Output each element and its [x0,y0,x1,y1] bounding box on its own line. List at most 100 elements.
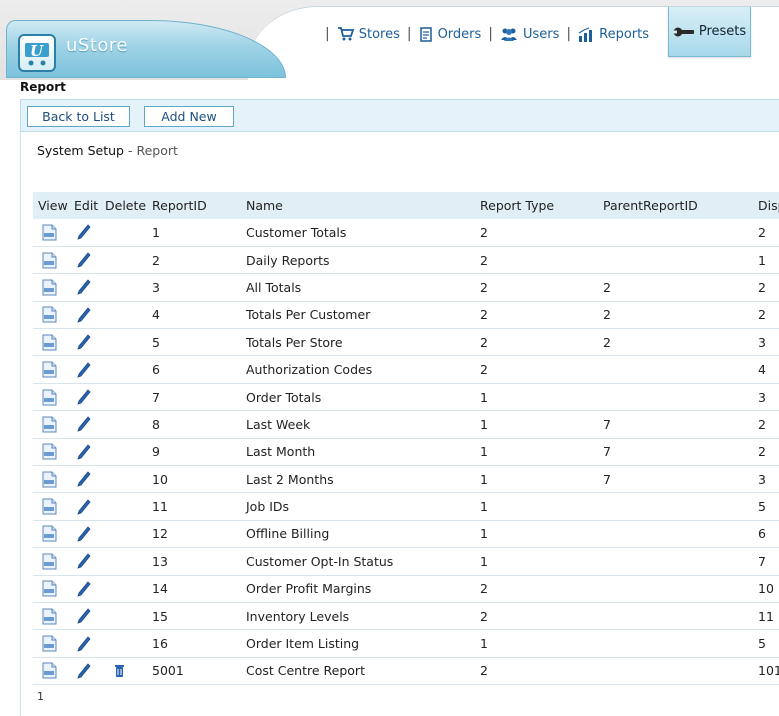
view-icon[interactable] [41,608,58,625]
report-type: 1 [480,636,488,652]
view-icon[interactable] [41,416,58,433]
nav-item-users[interactable]: Users [500,27,559,42]
nav-item-orders[interactable]: Orders [419,26,482,42]
column-header-display[interactable]: Disp [753,192,779,219]
pencil-icon[interactable] [77,279,91,296]
column-header-reportid[interactable]: ReportID [147,192,241,219]
view-cell[interactable] [33,575,69,602]
pencil-icon[interactable] [77,444,91,460]
pencil-icon[interactable] [77,334,91,350]
view-cell[interactable] [33,493,69,520]
view-icon[interactable] [41,389,58,406]
edit-cell[interactable] [69,657,100,684]
pencil-icon[interactable] [77,307,91,323]
display-order: 2 [758,224,766,240]
view-icon[interactable] [41,334,58,351]
pencil-icon[interactable] [77,389,91,405]
pencil-icon[interactable] [77,416,91,433]
pencil-icon[interactable] [77,471,91,487]
view-cell[interactable] [33,246,69,273]
view-icon[interactable] [41,224,58,241]
view-icon[interactable] [41,662,58,679]
view-cell[interactable] [33,630,69,657]
report-type: 1 [480,499,488,515]
view-icon[interactable] [41,471,58,488]
pencil-icon[interactable] [77,252,91,268]
view-cell[interactable] [33,301,69,328]
edit-cell[interactable] [69,630,100,657]
back-to-list-button[interactable]: Back to List [27,106,130,127]
pencil-icon[interactable] [77,663,91,679]
edit-cell[interactable] [69,274,100,301]
edit-cell[interactable] [69,602,100,629]
edit-cell[interactable] [69,329,100,356]
edit-cell[interactable] [69,219,100,246]
report-type: 2 [480,334,488,350]
view-cell[interactable] [33,329,69,356]
edit-cell[interactable] [69,301,100,328]
column-header-report-type[interactable]: Report Type [475,192,598,219]
view-cell[interactable] [33,356,69,383]
view-icon[interactable] [41,306,58,323]
view-cell[interactable] [33,438,69,465]
view-cell[interactable] [33,466,69,493]
view-cell[interactable] [33,274,69,301]
view-cell[interactable] [33,383,69,410]
trash-icon[interactable] [114,664,125,678]
edit-cell[interactable] [69,493,100,520]
report-name: Totals Per Store [246,334,343,350]
edit-cell[interactable] [69,246,100,273]
view-cell[interactable] [33,520,69,547]
display-order: 2 [758,279,766,295]
view-cell[interactable] [33,548,69,575]
view-icon[interactable] [41,525,58,542]
view-icon[interactable] [41,279,58,296]
pencil-icon[interactable] [77,635,91,652]
view-cell[interactable] [33,657,69,684]
edit-cell[interactable] [69,383,100,410]
view-cell[interactable] [33,602,69,629]
view-icon[interactable] [41,443,58,460]
edit-cell[interactable] [69,548,100,575]
pencil-icon[interactable] [77,362,91,378]
view-icon[interactable] [41,635,58,652]
report-id: 8 [152,416,160,432]
pencil-icon[interactable] [77,224,91,241]
pencil-icon[interactable] [77,553,91,570]
edit-cell[interactable] [69,520,100,547]
nav-item-orders-label: Orders [437,26,482,42]
pencil-icon[interactable] [77,498,91,515]
edit-cell[interactable] [69,356,100,383]
app-name: uStore [66,35,128,56]
nav-item-presets[interactable]: Presets [668,7,751,57]
pencil-icon[interactable] [77,608,91,624]
edit-cell[interactable] [69,466,100,493]
reports-icon [578,26,593,42]
delete-cell [100,548,147,575]
ustore-logo-icon[interactable]: U [18,34,56,72]
report-name: Daily Reports [246,252,330,268]
nav-item-stores[interactable]: Stores [337,27,400,42]
delete-cell [100,274,147,301]
view-icon[interactable] [41,361,58,378]
display-order: 2 [758,444,766,460]
add-new-button[interactable]: Add New [144,106,234,127]
view-icon[interactable] [41,252,58,269]
pager-page-number[interactable]: 1 [37,690,44,703]
view-icon[interactable] [41,553,58,570]
column-header-parentreportid[interactable]: ParentReportID [598,192,753,219]
pencil-icon[interactable] [77,526,91,542]
view-cell[interactable] [33,411,69,438]
pencil-icon[interactable] [77,581,91,597]
delete-cell[interactable] [100,657,147,684]
edit-cell[interactable] [69,411,100,438]
report-type: 2 [480,362,488,378]
view-icon[interactable] [41,498,58,515]
nav-item-reports[interactable]: Reports [578,27,649,42]
edit-cell[interactable] [69,575,100,602]
view-cell[interactable] [33,219,69,246]
breadcrumb-root[interactable]: System Setup [37,143,124,158]
view-icon[interactable] [41,580,58,597]
edit-cell[interactable] [69,438,100,465]
column-header-name[interactable]: Name [241,192,475,219]
